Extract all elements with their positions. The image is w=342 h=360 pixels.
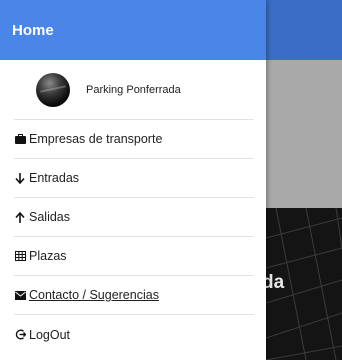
- avatar: [36, 72, 70, 107]
- menu-item-entradas[interactable]: Entradas: [14, 159, 254, 198]
- menu-item-label: Empresas de transporte: [29, 132, 163, 146]
- envelope-icon: [14, 289, 26, 301]
- app-hero-image: da: [266, 208, 342, 360]
- briefcase-icon: [14, 133, 26, 145]
- menu-item-plazas[interactable]: Plazas: [14, 237, 254, 276]
- profile-row[interactable]: Parking Ponferrada: [14, 60, 254, 120]
- drawer-header: Home: [0, 0, 266, 60]
- arrow-down-icon: [14, 172, 26, 184]
- menu-item-label: LogOut: [29, 327, 71, 342]
- hero-partial-text: da: [266, 272, 285, 293]
- menu-item-contacto[interactable]: Contacto / Sugerencias: [14, 276, 254, 315]
- menu-item-logout[interactable]: LogOut: [14, 315, 254, 354]
- menu-item-salidas[interactable]: Salidas: [14, 198, 254, 237]
- menu-item-label: Entradas: [29, 171, 80, 185]
- arrow-up-icon: [14, 211, 26, 223]
- drawer-title: Home: [12, 21, 54, 39]
- menu-item-label: Contacto / Sugerencias: [29, 288, 159, 302]
- menu-item-label: Salidas: [29, 210, 70, 224]
- logout-icon: [14, 329, 26, 341]
- drawer-menu: Parking Ponferrada Empresas de transport…: [0, 60, 266, 354]
- profile-name: Parking Ponferrada: [86, 83, 181, 96]
- menu-item-label: Plazas: [29, 249, 67, 263]
- menu-item-empresas[interactable]: Empresas de transporte: [14, 120, 254, 159]
- app-gray-panel: [266, 60, 342, 208]
- navigation-drawer: Home Parking Ponferrada Empresas de tran…: [0, 0, 266, 360]
- grid-icon: [14, 250, 26, 262]
